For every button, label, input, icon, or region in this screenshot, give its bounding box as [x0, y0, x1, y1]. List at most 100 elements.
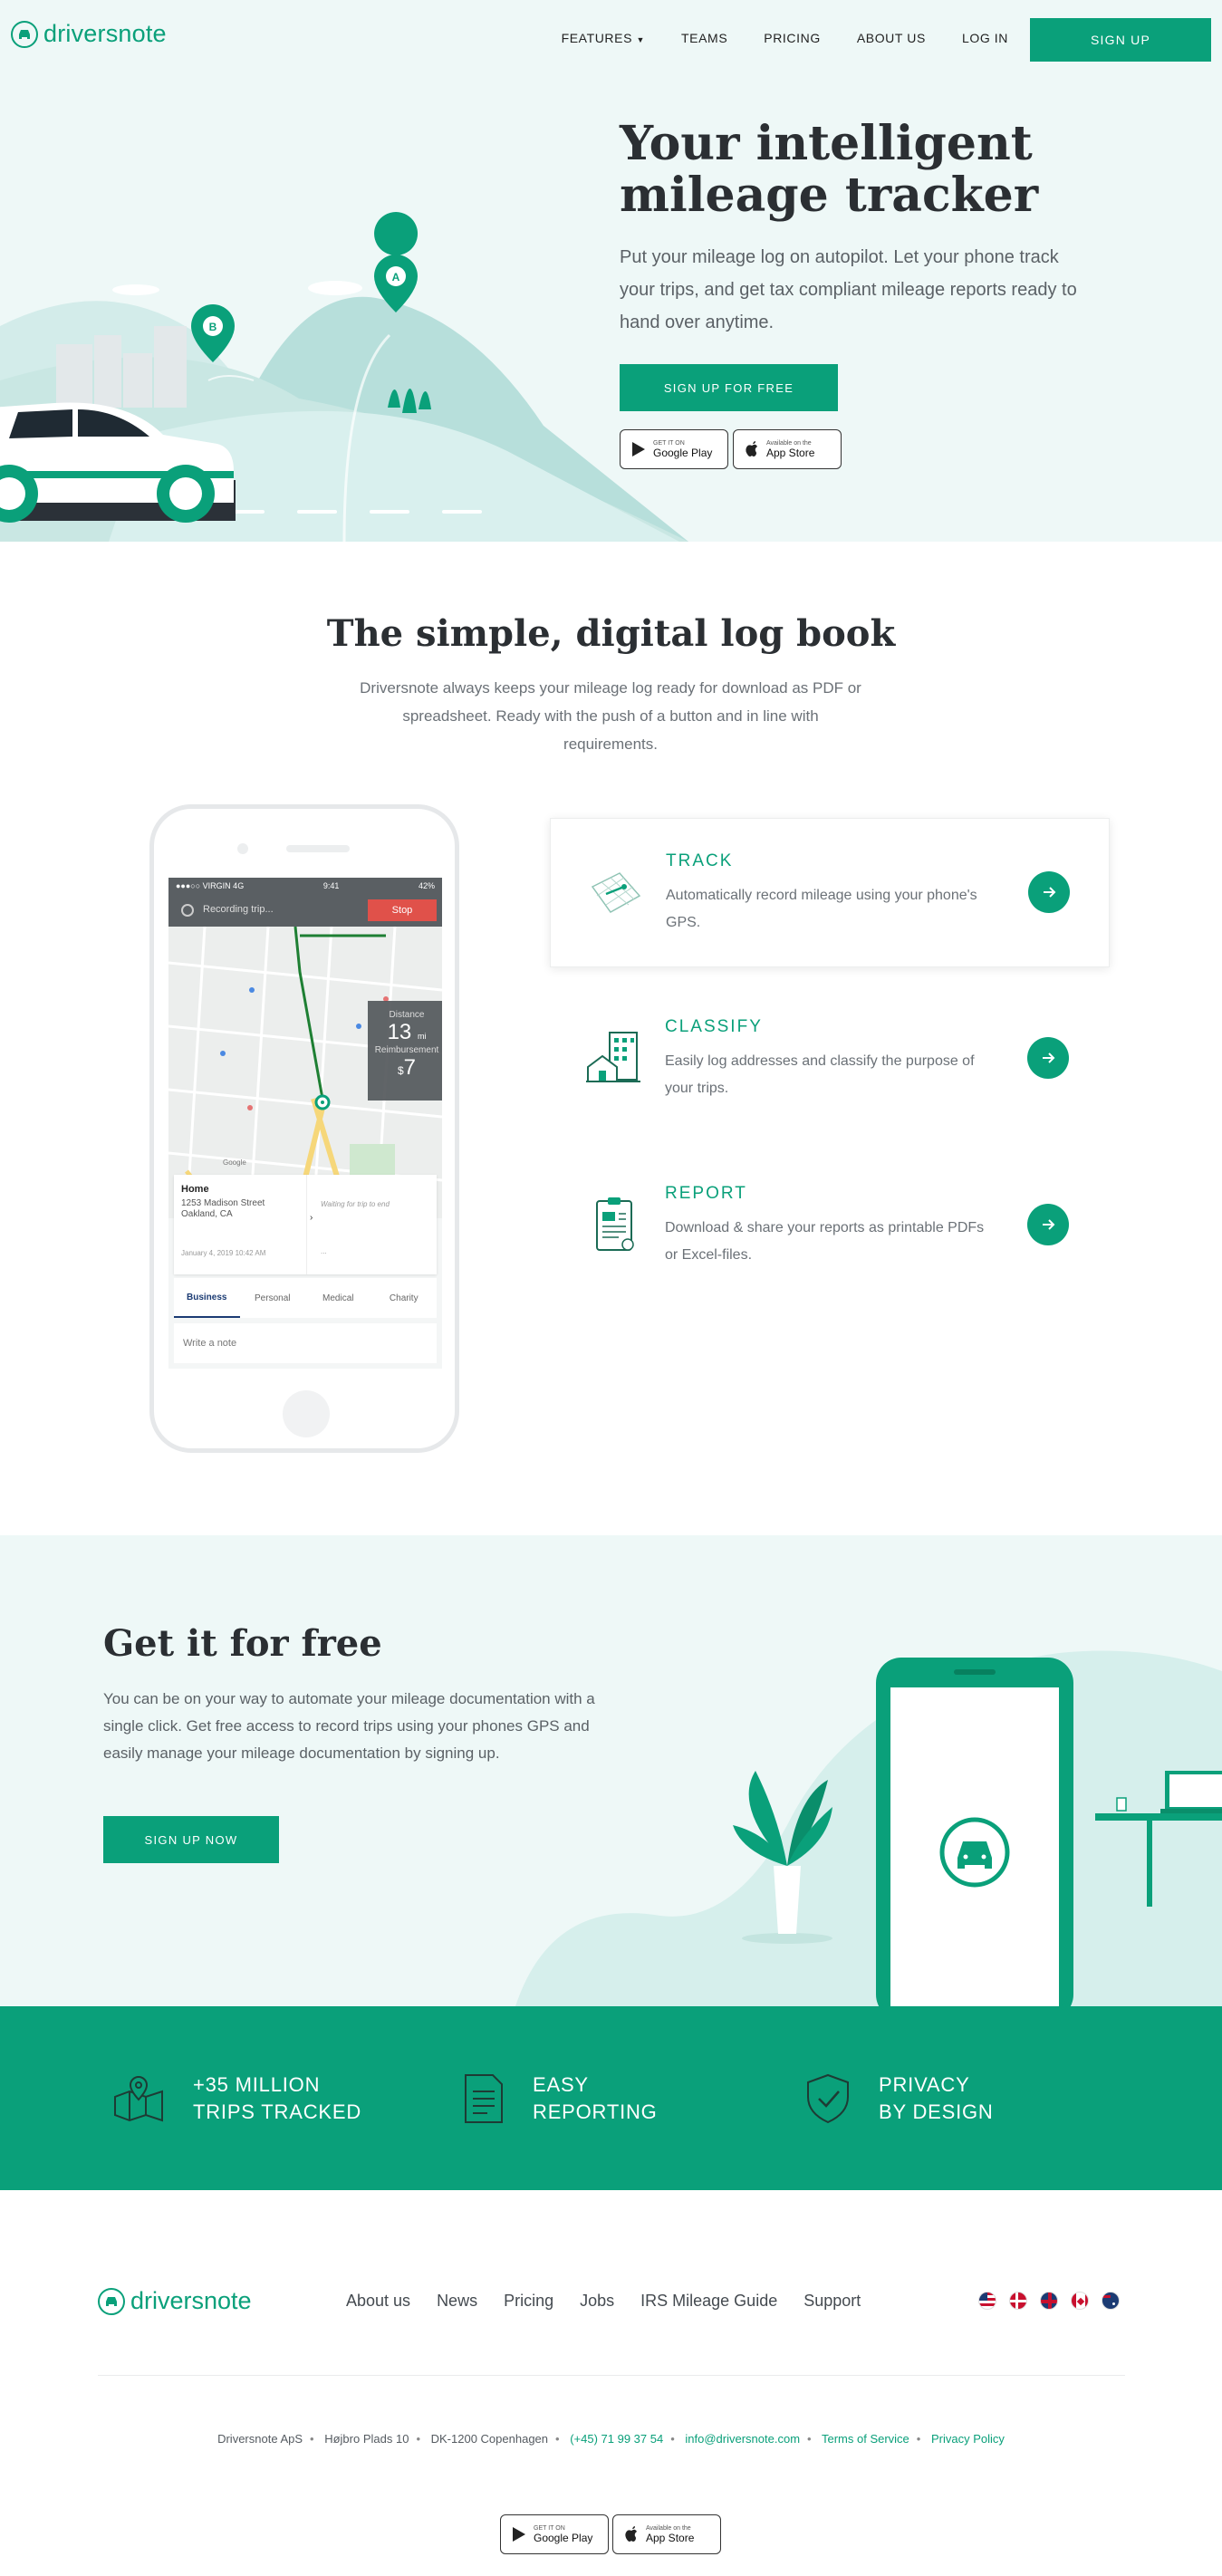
status-time: 9:41: [322, 881, 340, 890]
arrow-right-icon: [1043, 1053, 1055, 1063]
feature-report-arrow-button[interactable]: [1027, 1204, 1069, 1245]
trip-stats-panel: Distance 13 mi Reimbursement $7: [368, 1001, 442, 1101]
footer-separator: •: [555, 2432, 560, 2446]
apple-icon: [746, 441, 757, 457]
to-dots: ...: [321, 1247, 327, 1255]
phone-speaker: [286, 845, 350, 852]
feature-classify[interactable]: CLASSIFY Easily log addresses and classi…: [550, 985, 1110, 1134]
tab-medical[interactable]: Medical: [305, 1278, 371, 1318]
map-pin-a-icon: [374, 212, 419, 312]
nav-pricing[interactable]: PRICING: [764, 31, 821, 45]
footer-email-link[interactable]: info@driversnote.com: [685, 2432, 800, 2446]
hero-title-line1: Your intelligent: [620, 116, 1033, 171]
free-signup-button[interactable]: SIGN UP NOW: [103, 1816, 279, 1863]
logbook-subtitle: Driversnote always keeps your mileage lo…: [360, 679, 861, 753]
to-waiting: Waiting for trip to end: [321, 1200, 390, 1208]
feature-track-arrow-button[interactable]: [1028, 871, 1070, 913]
pin-b-label: B: [209, 321, 217, 333]
nav-signup-button[interactable]: SIGN UP: [1030, 18, 1211, 62]
header-logo[interactable]: driversnote: [11, 20, 167, 48]
top-navigation: driversnote FEATURES ▼ TEAMS PRICING ABO…: [0, 0, 1222, 80]
stat-trips-line1: +35 MILLION: [193, 2073, 321, 2096]
stat-privacy: PRIVACY BY DESIGN: [806, 2071, 994, 2126]
app-store-badge[interactable]: Available on the App Store: [733, 429, 842, 469]
recording-icon: [181, 904, 194, 917]
footer-phone-link[interactable]: (+45) 71 99 37 54: [570, 2432, 663, 2446]
note-input[interactable]: Write a note: [174, 1323, 437, 1363]
footer-privacy-link[interactable]: Privacy Policy: [931, 2432, 1005, 2446]
stop-button[interactable]: Stop: [368, 899, 437, 921]
country-flags: [978, 2292, 1120, 2310]
from-title: Home: [181, 1184, 209, 1195]
feature-classify-text: Easily log addresses and classify the pu…: [665, 1053, 975, 1096]
feature-classify-arrow-button[interactable]: [1027, 1037, 1069, 1079]
nav-login[interactable]: LOG IN: [962, 31, 1008, 45]
google-play-big: Google Play: [653, 446, 713, 459]
map-credit: Google: [223, 1158, 246, 1167]
flag-dk-icon[interactable]: [1009, 2292, 1027, 2310]
feature-track-text: Automatically record mileage using your …: [666, 888, 977, 930]
footer-link-support[interactable]: Support: [803, 2292, 861, 2311]
document-icon: [465, 2074, 503, 2123]
reimbursement-label: Reimbursement: [374, 1045, 439, 1055]
phone-camera: [237, 843, 248, 854]
tab-personal[interactable]: Personal: [240, 1278, 306, 1318]
free-text: You can be on your way to automate your …: [103, 1690, 595, 1762]
footer-terms-link[interactable]: Terms of Service: [822, 2432, 909, 2446]
stats-band: +35 MILLION TRIPS TRACKED EASY REPORTING P…: [0, 2006, 1222, 2190]
phone-home-button: [283, 1390, 330, 1437]
tab-business[interactable]: Business: [174, 1278, 240, 1318]
hero-title: Your intelligent mileage tracker: [620, 118, 1109, 221]
google-play-icon: [632, 442, 645, 457]
stat-trips: +35 MILLION TRIPS TRACKED: [113, 2071, 361, 2126]
footer-street: Højbro Plads 10: [324, 2432, 409, 2446]
hero-illustration: A B: [0, 212, 688, 542]
footer-divider: [98, 2375, 1125, 2376]
flag-uk-icon[interactable]: [1040, 2292, 1058, 2310]
footer-link-irs-guide[interactable]: IRS Mileage Guide: [640, 2292, 777, 2311]
hero-signup-button[interactable]: SIGN UP FOR FREE: [620, 364, 838, 411]
shield-check-icon: [807, 2073, 849, 2124]
apple-icon: [625, 2526, 637, 2542]
phone-mockup: ●●●○○ VIRGIN 4G 9:41 42% Recording trip.…: [149, 804, 459, 1453]
feature-report[interactable]: REPORT Download & share your reports as …: [550, 1151, 1110, 1301]
footer-company: Driversnote ApS: [217, 2432, 303, 2446]
footer-link-news[interactable]: News: [437, 2292, 477, 2311]
stat-reporting-line2: REPORTING: [533, 2100, 658, 2123]
feature-track-title: TRACK: [666, 851, 734, 870]
free-section: Get it for free You can be on your way t…: [0, 1535, 1222, 2006]
footer-logo-text: driversnote: [130, 2287, 252, 2314]
footer-separator: •: [670, 2432, 675, 2446]
stat-privacy-line1: PRIVACY: [879, 2073, 970, 2096]
distance-unit: mi: [417, 1032, 427, 1041]
reimbursement-value-row: $7: [368, 1055, 442, 1081]
stat-trips-line2: TRIPS TRACKED: [193, 2100, 362, 2123]
header-logo-text: driversnote: [43, 20, 167, 47]
google-play-badge[interactable]: GET IT ON Google Play: [620, 429, 728, 469]
nav-about[interactable]: ABOUT US: [857, 31, 926, 45]
from-address-2: Oakland, CA: [181, 1209, 233, 1219]
footer-link-jobs[interactable]: Jobs: [580, 2292, 614, 2311]
footer-link-pricing[interactable]: Pricing: [504, 2292, 553, 2311]
tab-charity[interactable]: Charity: [371, 1278, 438, 1318]
nav-teams[interactable]: TEAMS: [681, 31, 727, 45]
flag-au-icon[interactable]: [1102, 2292, 1120, 2310]
nav-features-label: FEATURES: [561, 31, 633, 45]
app-store-small: Available on the: [766, 439, 812, 447]
footer-logo[interactable]: driversnote: [98, 2287, 252, 2315]
footer-link-about[interactable]: About us: [346, 2292, 410, 2311]
footer-city: DK-1200 Copenhagen: [430, 2432, 549, 2446]
footer-separator: •: [416, 2432, 420, 2446]
flag-ca-icon[interactable]: [1071, 2292, 1089, 2310]
reimbursement-value: 7: [403, 1055, 417, 1080]
status-battery: 42%: [418, 881, 435, 890]
footer-google-play-badge[interactable]: GET IT ON Google Play: [500, 2514, 609, 2554]
flag-us-icon[interactable]: [978, 2292, 996, 2310]
feature-track[interactable]: TRACK Automatically record mileage using…: [550, 818, 1110, 967]
distance-value: 13: [387, 1020, 412, 1044]
nav-features[interactable]: FEATURES ▼: [562, 31, 645, 45]
footer-app-store-badge[interactable]: Available on the App Store: [612, 2514, 721, 2554]
feature-report-text: Download & share your reports as printab…: [665, 1220, 985, 1263]
arrow-right-icon: [1044, 887, 1056, 898]
feature-report-title: REPORT: [665, 1184, 747, 1203]
